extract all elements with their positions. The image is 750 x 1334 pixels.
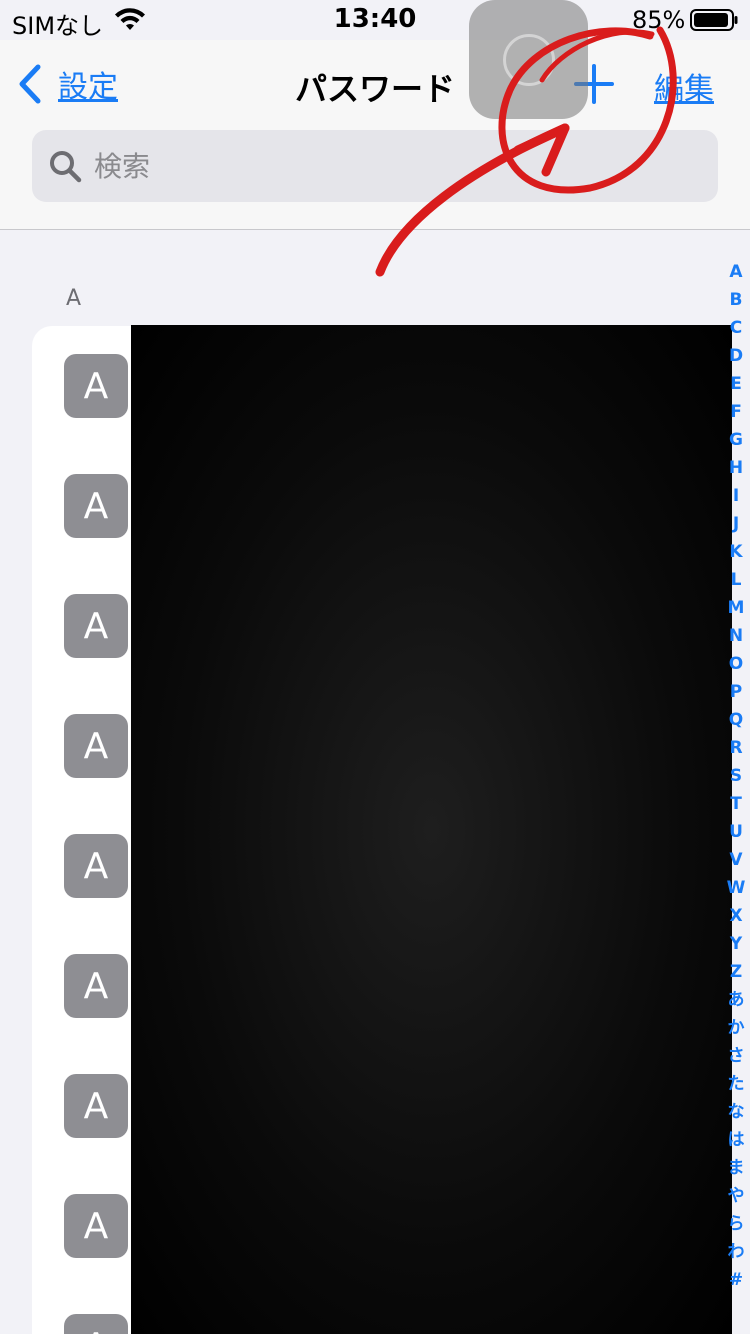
list-item-icon[interactable]: A — [64, 474, 128, 538]
redacted-area — [131, 325, 732, 1334]
index-letter[interactable]: T — [724, 790, 748, 818]
index-letter[interactable]: さ — [724, 1042, 748, 1070]
section-header: A — [66, 286, 82, 311]
search-field[interactable] — [32, 130, 718, 202]
index-letter[interactable]: G — [724, 426, 748, 454]
index-letter[interactable]: C — [724, 314, 748, 342]
index-letter[interactable]: S — [724, 762, 748, 790]
index-letter[interactable]: は — [724, 1126, 748, 1154]
edit-button[interactable]: 編集 — [654, 64, 714, 108]
index-letter[interactable]: N — [724, 622, 748, 650]
index-letter[interactable]: D — [724, 342, 748, 370]
index-letter[interactable]: H — [724, 454, 748, 482]
assistive-touch-ring-icon — [503, 34, 555, 86]
list-item-icon[interactable]: A — [64, 714, 128, 778]
list-item-icon[interactable]: A — [64, 594, 128, 658]
search-input[interactable] — [94, 149, 674, 183]
index-letter[interactable]: わ — [724, 1238, 748, 1266]
battery-icon — [690, 9, 738, 31]
index-letter[interactable]: M — [724, 594, 748, 622]
index-letter[interactable]: U — [724, 818, 748, 846]
search-icon — [50, 151, 82, 183]
index-letter[interactable]: K — [724, 538, 748, 566]
index-letter[interactable]: V — [724, 846, 748, 874]
index-letter[interactable]: B — [724, 286, 748, 314]
index-letter[interactable]: P — [724, 678, 748, 706]
status-bar: SIMなし 13:40 85% — [0, 0, 750, 40]
section-index[interactable]: A B C D E F G H I J K L M N O P Q R S T U V W X Y Z あかさたなはまやらわ # — [724, 258, 748, 1294]
index-letter[interactable]: ま — [724, 1154, 748, 1182]
index-letter[interactable]: Q — [724, 706, 748, 734]
list-item-icon[interactable]: A — [64, 954, 128, 1018]
index-letter[interactable]: X — [724, 902, 748, 930]
index-letter[interactable]: Y — [724, 930, 748, 958]
index-letter[interactable]: A — [724, 258, 748, 286]
index-letter[interactable]: あ — [724, 986, 748, 1014]
page-title: パスワード — [294, 70, 455, 108]
list-item-icon[interactable]: A — [64, 1314, 128, 1334]
list-item-icon[interactable]: A — [64, 1074, 128, 1138]
index-letter[interactable]: L — [724, 566, 748, 594]
index-letter[interactable]: か — [724, 1014, 748, 1042]
index-letter[interactable]: W — [724, 874, 748, 902]
assistive-touch-button[interactable] — [469, 0, 588, 119]
index-letter[interactable]: O — [724, 650, 748, 678]
list-item-icon[interactable]: A — [64, 834, 128, 898]
index-letter[interactable]: J — [724, 510, 748, 538]
index-letter[interactable]: E — [724, 370, 748, 398]
passwords-screen: SIMなし 13:40 85% 設定 パスワード 編集 検索 A A A A A… — [0, 0, 750, 1334]
list-item-icon[interactable]: A — [64, 354, 128, 418]
index-letter[interactable]: Z — [724, 958, 748, 986]
index-letter[interactable]: た — [724, 1070, 748, 1098]
index-letter[interactable]: # — [724, 1266, 748, 1294]
index-letter[interactable]: I — [724, 482, 748, 510]
navigation-bar: 設定 パスワード 編集 — [0, 40, 750, 230]
battery-percentage: 85% — [632, 6, 686, 34]
index-letter[interactable]: R — [724, 734, 748, 762]
index-letter[interactable]: F — [724, 398, 748, 426]
index-letter[interactable]: や — [724, 1182, 748, 1210]
list-item-icon[interactable]: A — [64, 1194, 128, 1258]
index-letter[interactable]: ら — [724, 1210, 748, 1238]
index-letter[interactable]: な — [724, 1098, 748, 1126]
